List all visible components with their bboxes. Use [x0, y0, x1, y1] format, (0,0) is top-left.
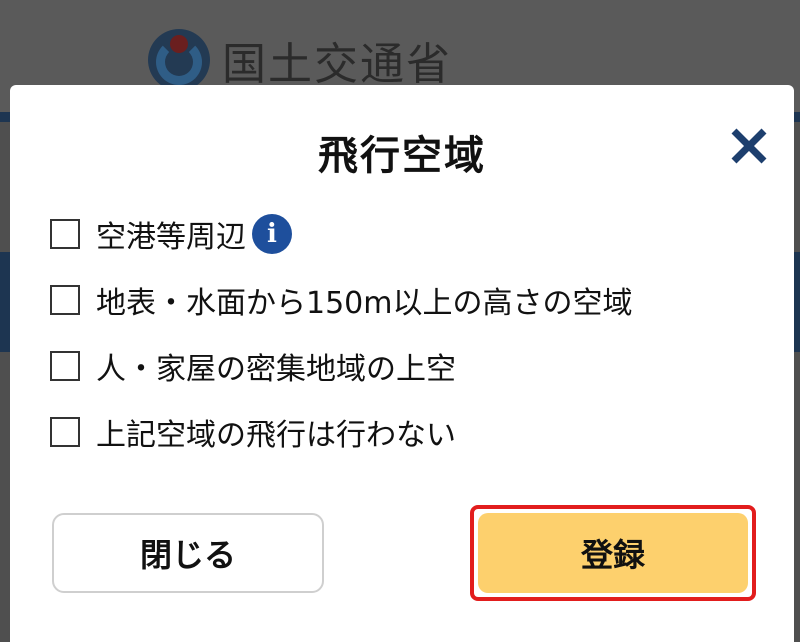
checkbox-150m-altitude[interactable] [50, 285, 80, 315]
option-densely-populated[interactable]: 人・家屋の密集地域の上空 [50, 347, 632, 387]
option-label: 空港等周辺 [96, 220, 246, 255]
option-label: 人・家屋の密集地域の上空 [96, 352, 456, 387]
mlit-logo: 国土交通省 [148, 28, 452, 92]
checkbox-densely-populated[interactable] [50, 351, 80, 381]
mlit-logo-text: 国土交通省 [222, 39, 452, 90]
register-button-highlight: 登録 [470, 505, 756, 601]
info-icon[interactable]: i [252, 214, 292, 254]
option-150m-altitude[interactable]: 地表・水面から150m以上の高さの空域 [50, 281, 633, 321]
modal-title: 飛行空域 [318, 133, 486, 179]
option-none[interactable]: 上記空域の飛行は行わない [50, 413, 632, 453]
mlit-logo-icon [148, 29, 210, 91]
option-label: 上記空域の飛行は行わない [96, 418, 456, 453]
option-airport-vicinity[interactable]: 空港等周辺 i [50, 214, 632, 255]
checkbox-none[interactable] [50, 417, 80, 447]
checkbox-airport-vicinity[interactable] [50, 219, 80, 249]
close-button[interactable]: 閉じる [52, 513, 324, 593]
close-icon[interactable] [726, 123, 772, 169]
option-label: 地表・水面から150m以上の高さの空域 [96, 286, 633, 321]
register-button[interactable]: 登録 [478, 513, 748, 593]
airspace-options: 空港等周辺 i 地表・水面から150m以上の高さの空域 人・家屋の密集地域の上空… [50, 214, 633, 479]
airspace-modal: 飛行空域 空港等周辺 i 地表・水面から150m以上の高さの空域 人・家屋の密集… [10, 85, 794, 642]
